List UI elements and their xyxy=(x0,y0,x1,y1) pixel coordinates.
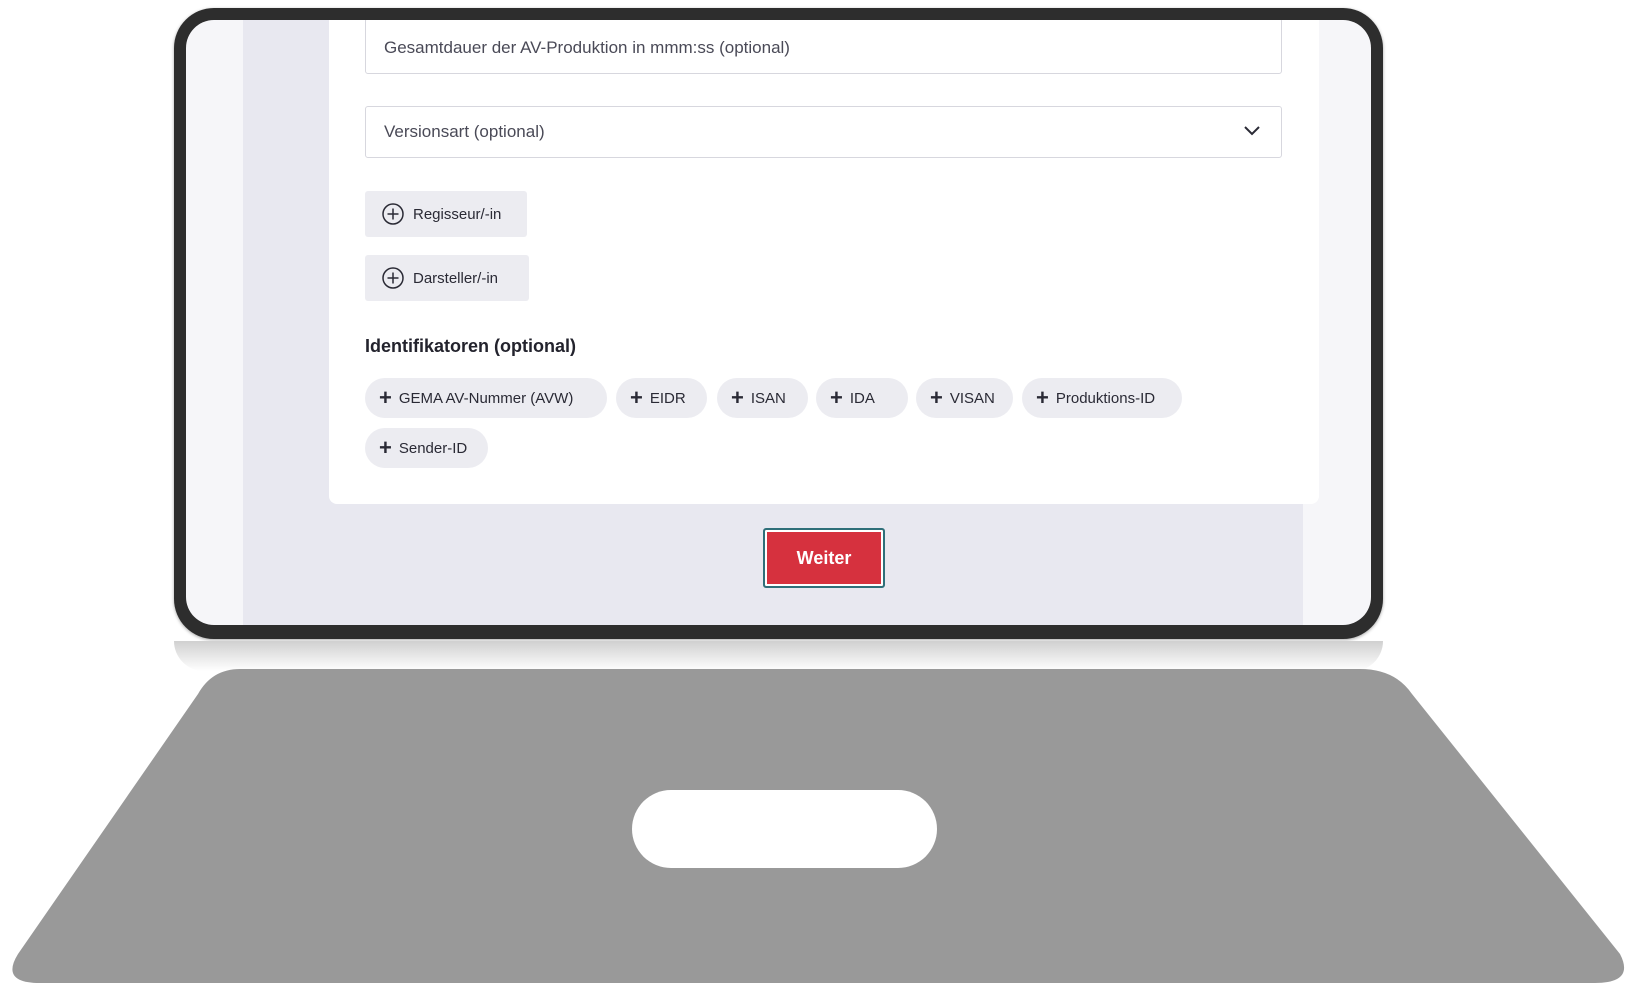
chevron-down-icon xyxy=(1244,126,1260,136)
plus-icon: + xyxy=(379,385,392,410)
version-type-placeholder: Versionsart (optional) xyxy=(384,122,545,141)
add-identifier-gema-av-number[interactable]: + GEMA AV-Nummer (AVW) xyxy=(365,378,607,418)
laptop-screen-frame: Gesamtdauer der AV-Produktion in mmm:ss … xyxy=(174,8,1383,639)
add-director-label: Regisseur/-in xyxy=(413,205,502,223)
chip-label: IDA xyxy=(849,389,875,407)
add-identifier-isan[interactable]: + ISAN xyxy=(717,378,808,418)
next-button[interactable]: Weiter xyxy=(763,528,885,588)
laptop-mockup: Gesamtdauer der AV-Produktion in mmm:ss … xyxy=(0,0,1635,983)
laptop-trackpad xyxy=(632,790,937,868)
laptop-hinge xyxy=(174,641,1383,671)
page-background: Gesamtdauer der AV-Produktion in mmm:ss … xyxy=(243,20,1319,625)
plus-circle-icon xyxy=(382,203,404,225)
chip-label: VISAN xyxy=(949,389,995,407)
plus-icon: + xyxy=(1036,385,1049,410)
add-identifier-visan[interactable]: + VISAN xyxy=(916,378,1013,418)
screen: Gesamtdauer der AV-Produktion in mmm:ss … xyxy=(186,20,1371,625)
duration-input[interactable]: Gesamtdauer der AV-Produktion in mmm:ss … xyxy=(365,20,1282,74)
plus-icon: + xyxy=(830,385,843,410)
plus-icon: + xyxy=(379,435,392,460)
chip-label: ISAN xyxy=(750,389,786,407)
chip-label: GEMA AV-Nummer (AVW) xyxy=(398,389,574,407)
add-identifier-sender-id[interactable]: + Sender-ID xyxy=(365,428,488,468)
plus-icon: + xyxy=(731,385,744,410)
chip-label: Produktions-ID xyxy=(1055,389,1156,407)
add-identifier-eidr[interactable]: + EIDR xyxy=(616,378,707,418)
plus-icon: + xyxy=(930,385,943,410)
add-actor-label: Darsteller/-in xyxy=(413,269,499,287)
duration-input-placeholder: Gesamtdauer der AV-Produktion in mmm:ss … xyxy=(384,38,790,57)
chip-label: EIDR xyxy=(649,389,686,407)
add-identifier-production-id[interactable]: + Produktions-ID xyxy=(1022,378,1182,418)
plus-circle-icon xyxy=(382,267,404,289)
identifiers-heading: Identifikatoren (optional) xyxy=(365,336,576,356)
chip-label: Sender-ID xyxy=(398,439,468,457)
add-director-button[interactable]: Regisseur/-in xyxy=(365,191,527,237)
version-type-select[interactable]: Versionsart (optional) xyxy=(365,106,1282,158)
add-actor-button[interactable]: Darsteller/-in xyxy=(365,255,529,301)
add-identifier-ida[interactable]: + IDA xyxy=(816,378,908,418)
plus-icon: + xyxy=(630,385,643,410)
